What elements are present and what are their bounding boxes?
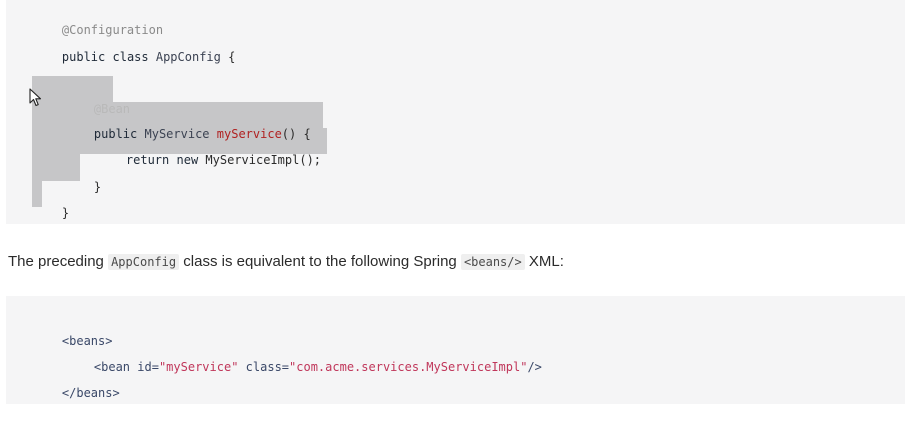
constructor-call: MyServiceImpl(); [205,153,322,167]
xml-attribute-value: "com.acme.services.MyServiceImpl" [289,360,528,374]
close-brace: } [61,206,70,220]
inline-code-appconfig: AppConfig [108,254,180,270]
xml-attribute-class: class= [245,360,290,374]
code-line-class-declaration: public class AppConfig { [33,33,235,64]
code-line-configuration-annotation: @Configuration [33,6,163,37]
class-name: AppConfig [155,50,221,64]
xml-code-block: <beans> <bean id="myService" class="com.… [6,296,905,404]
xml-attribute-id: id= [137,360,159,374]
keyword-new: new [176,153,199,167]
java-code-block: @Configuration public class AppConfig { … [6,0,905,224]
open-brace: { [228,50,236,64]
keyword-public: public [61,50,106,64]
xml-line-beans-open: <beans> [33,317,113,348]
xml-tag: </beans> [61,386,120,400]
paragraph-text: class is equivalent to the following Spr… [179,253,461,270]
xml-tag: /> [527,360,542,374]
keyword-return: return [125,153,170,167]
code-line-method-declaration: public MyService myService() { [65,110,311,141]
close-brace: } [93,180,102,194]
description-paragraph: The preceding AppConfig class is equival… [8,251,888,273]
code-line-class-close: } [33,189,69,220]
paragraph-text: XML: [524,253,564,270]
inline-code-beans: <beans/> [460,254,525,270]
xml-attribute-value: "myService" [158,360,239,374]
xml-line-bean-element: <bean id="myService" class="com.acme.ser… [65,343,542,374]
keyword-class: class [112,50,149,64]
code-line-return-statement: return new MyServiceImpl(); [97,136,321,167]
mouse-pointer-icon [29,88,42,107]
xml-line-beans-close: </beans> [33,369,120,400]
code-line-method-close: } [65,163,101,194]
paragraph-text: The preceding [8,253,109,270]
code-line-bean-annotation: @Bean [65,85,130,116]
